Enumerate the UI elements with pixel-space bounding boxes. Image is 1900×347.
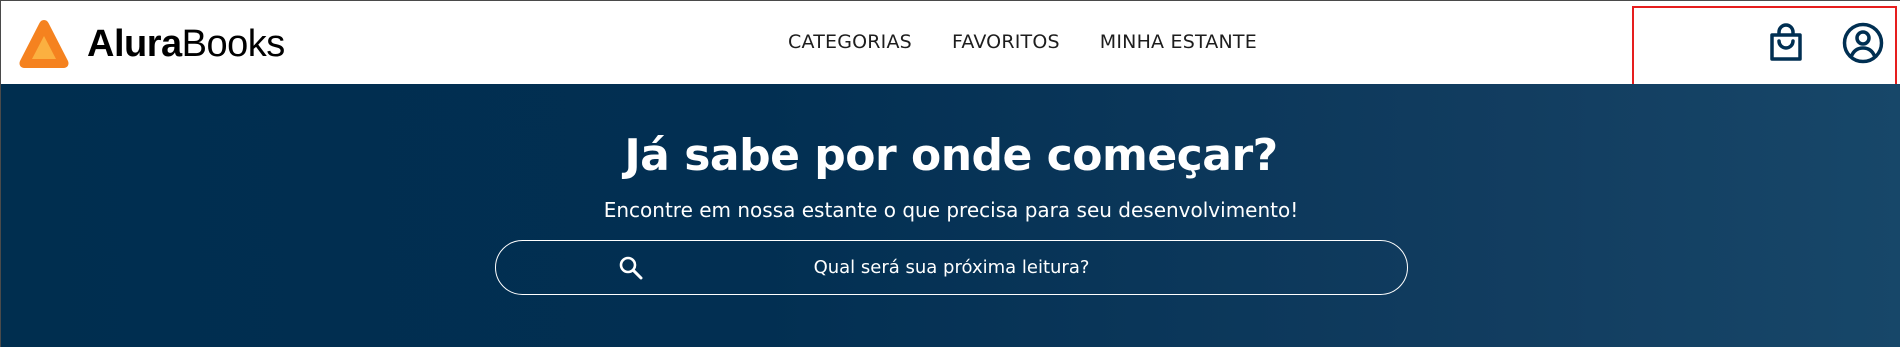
hero-title: Já sabe por onde começar?	[624, 130, 1278, 181]
brand-logo[interactable]: AluraBooks	[17, 17, 285, 71]
profile-button[interactable]	[1839, 19, 1887, 67]
nav-item-favoritos[interactable]: FAVORITOS	[952, 31, 1060, 53]
search-icon	[619, 256, 643, 280]
brand-name-light: Books	[181, 23, 286, 65]
logo-triangle-icon	[19, 20, 69, 68]
search-bar	[495, 240, 1408, 295]
hero-subtitle: Encontre em nossa estante o que precisa …	[603, 198, 1299, 222]
brand-name-bold: Alura	[87, 23, 182, 65]
user-circle-icon	[1842, 22, 1884, 64]
nav-item-categorias[interactable]: CATEGORIAS	[788, 31, 912, 53]
shopping-bag-icon	[1770, 23, 1802, 61]
brand-name: AluraBooks	[87, 25, 285, 63]
hero-banner: Já sabe por onde começar? Encontre em no…	[1, 84, 1900, 347]
page: AluraBooks CATEGORIAS FAVORITOS MINHA ES…	[0, 0, 1900, 347]
main-nav: CATEGORIAS FAVORITOS MINHA ESTANTE	[788, 31, 1257, 53]
nav-item-minha-estante[interactable]: MINHA ESTANTE	[1100, 31, 1257, 53]
site-header: AluraBooks CATEGORIAS FAVORITOS MINHA ES…	[1, 1, 1900, 86]
cart-button[interactable]	[1764, 21, 1808, 65]
